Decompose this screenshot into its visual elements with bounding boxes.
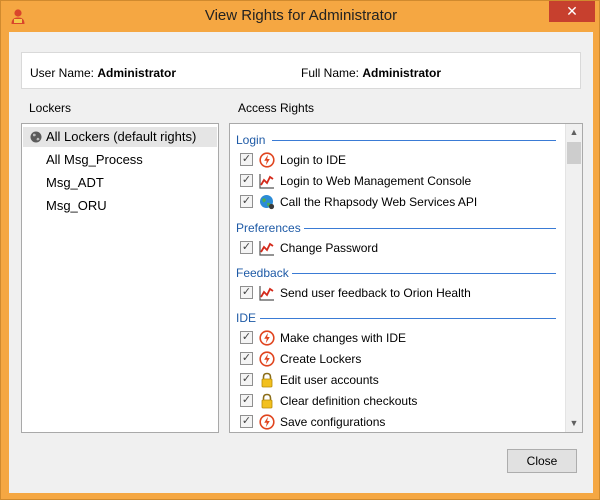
close-button[interactable]: Close	[507, 449, 577, 473]
locker-label: All Lockers (default rights)	[46, 129, 197, 144]
checkbox[interactable]: ✓	[240, 394, 253, 407]
right-login-ide[interactable]: ✓ Login to IDE	[240, 151, 560, 169]
full-name-field: Full Name: Administrator	[301, 66, 441, 80]
dialog-window: View Rights for Administrator ✕ User Nam…	[0, 0, 600, 500]
right-create-lockers[interactable]: ✓ Create Lockers	[240, 350, 560, 368]
chart-icon	[259, 174, 274, 189]
locker-item-msg-oru[interactable]: Msg_ORU	[23, 196, 217, 216]
user-name-field: User Name: Administrator	[30, 66, 176, 80]
right-label: Edit user accounts	[280, 373, 379, 387]
right-label: Login to IDE	[280, 153, 347, 167]
scroll-thumb[interactable]	[567, 142, 581, 164]
group-divider	[272, 140, 556, 141]
lightning-icon	[259, 351, 275, 367]
checkbox[interactable]: ✓	[240, 241, 253, 254]
checkbox[interactable]: ✓	[240, 331, 253, 344]
right-label: Save configurations	[280, 415, 386, 429]
group-heading-preferences: Preferences	[236, 221, 556, 235]
lightning-icon	[259, 330, 275, 346]
user-name-label: User Name:	[30, 66, 95, 80]
right-login-web-console[interactable]: ✓ Login to Web Management Console	[240, 172, 560, 190]
group-divider	[304, 228, 556, 229]
right-label: Clear definition checkouts	[280, 394, 418, 408]
locker-label: All Msg_Process	[46, 152, 143, 167]
globe-icon	[30, 131, 42, 143]
title-bar[interactable]: View Rights for Administrator ✕	[1, 1, 600, 32]
checkbox[interactable]: ✓	[240, 195, 253, 208]
group-heading-ide: IDE	[236, 311, 556, 325]
group-label: Preferences	[236, 221, 301, 235]
dialog-body: User Name: Administrator Full Name: Admi…	[9, 32, 593, 493]
lockers-heading: Lockers	[29, 101, 72, 115]
checkbox[interactable]: ✓	[240, 286, 253, 299]
group-label: Feedback	[236, 266, 289, 280]
full-name-value: Administrator	[362, 66, 442, 80]
group-heading-feedback: Feedback	[236, 266, 556, 280]
locker-label: Msg_ORU	[46, 198, 107, 213]
checkbox[interactable]: ✓	[240, 153, 253, 166]
window-title: View Rights for Administrator	[204, 7, 398, 24]
right-label: Send user feedback to Orion Health	[280, 286, 471, 300]
group-divider	[292, 273, 556, 274]
right-edit-user-accounts[interactable]: ✓ Edit user accounts	[240, 371, 560, 389]
vertical-scrollbar[interactable]: ▲ ▼	[565, 124, 582, 432]
right-label: Call the Rhapsody Web Services API	[280, 195, 478, 209]
right-label: Make changes with IDE	[280, 331, 407, 345]
lock-icon	[261, 372, 273, 388]
web-globe-icon	[260, 195, 275, 210]
user-name-value: Administrator	[97, 66, 177, 80]
locker-label: Msg_ADT	[46, 175, 104, 190]
locker-item-all-msg-process[interactable]: All Msg_Process	[23, 150, 217, 170]
group-heading-login: Login	[236, 133, 556, 147]
right-label: Change Password	[280, 241, 379, 255]
checkbox[interactable]: ✓	[240, 174, 253, 187]
access-rights-heading: Access Rights	[238, 101, 315, 115]
access-rights-list[interactable]: Login ✓ Login to IDE ✓ Login to Web Mana…	[229, 123, 583, 433]
group-label: Login	[236, 133, 266, 147]
full-name-label: Full Name:	[301, 66, 360, 80]
lightning-icon	[259, 414, 275, 430]
right-label: Create Lockers	[280, 352, 362, 366]
group-divider	[260, 318, 556, 319]
right-send-feedback[interactable]: ✓ Send user feedback to Orion Health	[240, 284, 560, 302]
right-clear-definition-checkouts[interactable]: ✓ Clear definition checkouts	[240, 392, 560, 410]
checkbox[interactable]: ✓	[240, 352, 253, 365]
lockers-list[interactable]: All Lockers (default rights) All Msg_Pro…	[21, 123, 219, 433]
close-window-button[interactable]: ✕	[549, 1, 595, 22]
scroll-down-arrow-icon[interactable]: ▼	[566, 415, 582, 432]
right-make-changes-ide[interactable]: ✓ Make changes with IDE	[240, 329, 560, 347]
right-change-password[interactable]: ✓ Change Password	[240, 239, 560, 257]
lightning-icon	[259, 152, 275, 168]
user-info-panel: User Name: Administrator Full Name: Admi…	[21, 52, 581, 89]
right-call-web-services-api[interactable]: ✓ Call the Rhapsody Web Services API	[240, 193, 560, 211]
scroll-up-arrow-icon[interactable]: ▲	[566, 124, 582, 141]
lock-icon	[261, 393, 273, 409]
chart-icon	[259, 241, 274, 256]
right-save-configurations[interactable]: ✓ Save configurations	[240, 413, 560, 431]
checkbox[interactable]: ✓	[240, 373, 253, 386]
close-icon: ✕	[566, 3, 578, 19]
locker-item-all-lockers[interactable]: All Lockers (default rights)	[23, 127, 217, 147]
group-label: IDE	[236, 311, 257, 325]
locker-item-msg-adt[interactable]: Msg_ADT	[23, 173, 217, 193]
right-label: Login to Web Management Console	[280, 174, 472, 188]
checkbox[interactable]: ✓	[240, 415, 253, 428]
chart-icon	[259, 286, 274, 301]
